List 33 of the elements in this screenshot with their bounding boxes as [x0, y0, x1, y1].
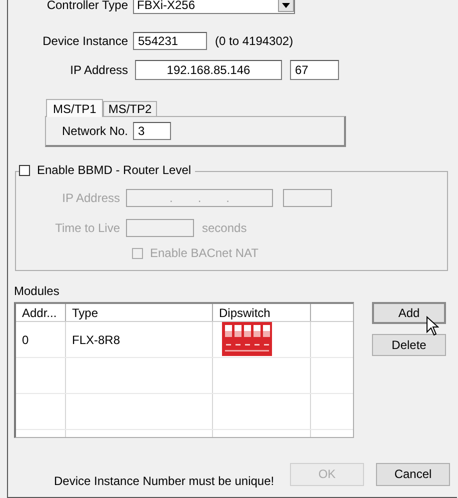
- field-label: IP Address: [69, 63, 128, 77]
- column-header[interactable]: Dipswitch: [213, 304, 311, 321]
- field-label: IP Address: [61, 191, 120, 205]
- column-header[interactable]: Type: [66, 304, 213, 321]
- dialog-button[interactable]: Cancel: [376, 462, 450, 486]
- table-cell: 0: [16, 322, 66, 357]
- table-cell: FLX-8R8: [66, 322, 213, 357]
- port-field[interactable]: 67: [290, 60, 339, 80]
- network-number-field[interactable]: 3: [133, 122, 172, 140]
- field-label: Controller Type: [46, 0, 128, 12]
- validation-message: Device Instance Number must be unique!: [54, 474, 276, 488]
- checkbox-label: Enable BACnet NAT: [150, 246, 258, 260]
- time-to-live-field[interactable]: [126, 219, 194, 237]
- dialog-button[interactable]: Delete: [372, 334, 446, 356]
- range-hint: (0 to 4194302): [215, 34, 294, 48]
- checkbox-label: Enable BBMD - Router Level: [37, 163, 192, 177]
- cursor-icon: [426, 316, 439, 336]
- field-label: Time to Live: [54, 221, 120, 235]
- field-label: Network No.: [62, 124, 128, 138]
- dialog-button[interactable]: Add: [372, 302, 446, 324]
- checkbox[interactable]: [132, 248, 143, 258]
- field-label: Device Instance: [42, 34, 128, 48]
- section-label: Modules: [14, 284, 60, 298]
- controller-type-dropdown[interactable]: FBXi-X256: [133, 0, 295, 14]
- tab[interactable]: MS/TP1: [46, 99, 104, 117]
- table-row[interactable]: 0 FLX-8R8: [16, 322, 353, 358]
- port-field[interactable]: [283, 189, 332, 207]
- ip-address-field[interactable]: 192.168.85.146: [135, 60, 282, 80]
- column-header[interactable]: Addr...: [16, 304, 66, 321]
- checkbox[interactable]: [19, 164, 30, 176]
- device-instance-field[interactable]: 554231: [133, 32, 207, 50]
- unit-label: seconds: [202, 221, 247, 235]
- tab[interactable]: MS/TP2: [103, 101, 157, 116]
